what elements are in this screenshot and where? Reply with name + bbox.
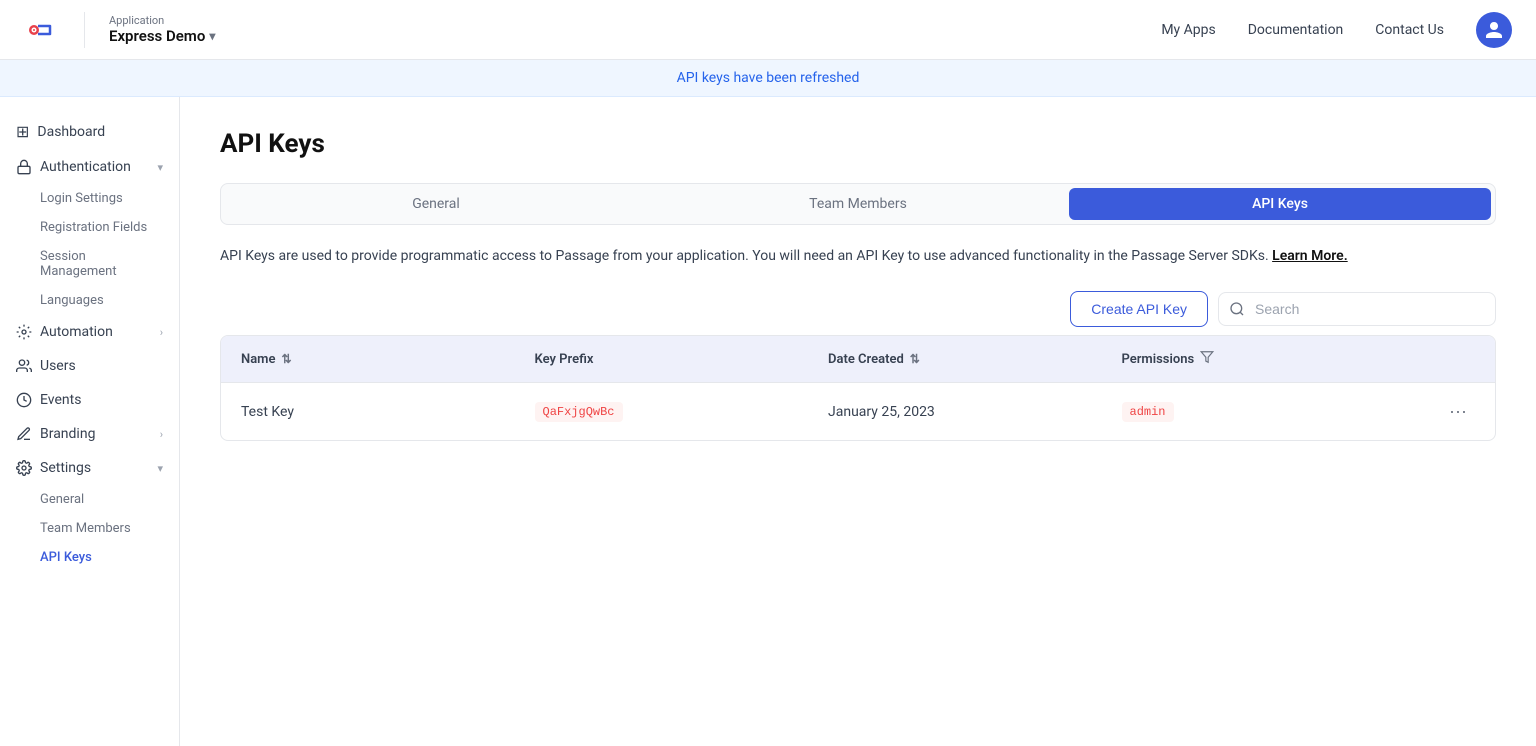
settings-icon <box>16 460 32 476</box>
branding-icon <box>16 426 32 442</box>
sidebar-sub-team-members[interactable]: Team Members <box>40 514 179 543</box>
column-date-created: Date Created ⇅ <box>828 350 1122 368</box>
sidebar-sub-registration-fields[interactable]: Registration Fields <box>40 213 179 242</box>
date-created-value: January 25, 2023 <box>828 404 935 420</box>
users-icon <box>16 358 32 374</box>
sidebar-sub-login-settings[interactable]: Login Settings <box>40 184 179 213</box>
row-actions-button[interactable]: ··· <box>1441 397 1475 426</box>
api-keys-table: Name ⇅ Key Prefix Date Created ⇅ Permiss… <box>220 335 1496 441</box>
description-text: API Keys are used to provide programmati… <box>220 248 1269 264</box>
column-name-label: Name <box>241 352 275 367</box>
notification-bar: API keys have been refreshed <box>0 60 1536 97</box>
sidebar-item-events[interactable]: Events <box>0 383 179 417</box>
search-icon <box>1229 301 1245 317</box>
layout: ⊞ Dashboard Authentication ▾ Login Setti… <box>0 97 1536 746</box>
search-icon-button[interactable] <box>1219 293 1255 325</box>
toolbar: Create API Key <box>220 291 1496 327</box>
sidebar: ⊞ Dashboard Authentication ▾ Login Setti… <box>0 97 180 746</box>
authentication-submenu: Login Settings Registration Fields Sessi… <box>0 184 179 315</box>
sidebar-item-authentication[interactable]: Authentication ▾ <box>0 150 179 184</box>
header: Application Express Demo ▾ My Apps Docum… <box>0 0 1536 60</box>
settings-submenu: General Team Members API Keys <box>0 485 179 572</box>
events-icon <box>16 392 32 408</box>
column-actions <box>1415 350 1475 368</box>
key-prefix-badge: QaFxjgQwBc <box>535 402 623 422</box>
notification-message: API keys have been refreshed <box>677 70 860 86</box>
app-name-text: Express Demo <box>109 27 205 45</box>
main-content: API Keys General Team Members API Keys A… <box>180 97 1536 746</box>
logo-area <box>24 12 60 48</box>
chevron-down-icon: ▾ <box>157 161 163 174</box>
create-api-key-button[interactable]: Create API Key <box>1070 291 1208 327</box>
app-label: Application <box>109 14 215 27</box>
lock-icon <box>16 159 32 175</box>
settings-label: Settings <box>40 460 149 476</box>
search-area <box>1218 292 1496 326</box>
sort-icon[interactable]: ⇅ <box>281 352 291 366</box>
column-permissions-label: Permissions <box>1122 352 1195 367</box>
cell-permissions: admin <box>1122 402 1416 422</box>
page-title: API Keys <box>220 129 1496 159</box>
column-name: Name ⇅ <box>241 350 535 368</box>
sidebar-item-automation[interactable]: Automation › <box>0 315 179 349</box>
sort-icon[interactable]: ⇅ <box>910 352 920 366</box>
tab-team-members[interactable]: Team Members <box>647 188 1069 220</box>
cell-actions: ··· <box>1415 397 1475 426</box>
app-name: Express Demo ▾ <box>109 27 215 45</box>
dashboard-icon: ⊞ <box>16 122 29 141</box>
sidebar-item-label: Dashboard <box>37 124 163 140</box>
header-left: Application Express Demo ▾ <box>24 12 215 48</box>
app-selector[interactable]: Application Express Demo ▾ <box>109 14 215 45</box>
api-key-name: Test Key <box>241 404 294 420</box>
users-label: Users <box>40 358 163 374</box>
search-input[interactable] <box>1255 293 1495 325</box>
chevron-down-icon: ▾ <box>209 29 215 43</box>
branding-label: Branding <box>40 426 152 442</box>
user-icon <box>1484 20 1504 40</box>
cell-key-prefix: QaFxjgQwBc <box>535 402 829 422</box>
user-avatar[interactable] <box>1476 12 1512 48</box>
column-permissions: Permissions <box>1122 350 1416 368</box>
sidebar-item-users[interactable]: Users <box>0 349 179 383</box>
authentication-label: Authentication <box>40 159 149 175</box>
sidebar-sub-api-keys[interactable]: API Keys <box>40 543 179 572</box>
cell-date-created: January 25, 2023 <box>828 404 1122 420</box>
sidebar-item-dashboard[interactable]: ⊞ Dashboard <box>0 113 179 150</box>
events-label: Events <box>40 392 163 408</box>
cell-name: Test Key <box>241 404 535 420</box>
nav-contact-us[interactable]: Contact Us <box>1375 22 1444 38</box>
nav-documentation[interactable]: Documentation <box>1248 22 1344 38</box>
sidebar-sub-session-management[interactable]: Session Management <box>40 242 179 286</box>
chevron-right-icon: › <box>160 428 163 441</box>
passage-logo <box>24 12 60 48</box>
column-key-prefix: Key Prefix <box>535 350 829 368</box>
table-row: Test Key QaFxjgQwBc January 25, 2023 adm… <box>221 383 1495 440</box>
sidebar-item-branding[interactable]: Branding › <box>0 417 179 451</box>
tab-api-keys[interactable]: API Keys <box>1069 188 1491 220</box>
automation-label: Automation <box>40 324 152 340</box>
chevron-right-icon: › <box>160 326 163 339</box>
nav-my-apps[interactable]: My Apps <box>1161 22 1215 38</box>
sidebar-sub-general[interactable]: General <box>40 485 179 514</box>
chevron-down-icon: ▾ <box>157 462 163 475</box>
tab-bar: General Team Members API Keys <box>220 183 1496 225</box>
sidebar-sub-languages[interactable]: Languages <box>40 286 179 315</box>
column-key-prefix-label: Key Prefix <box>535 352 594 367</box>
tab-general[interactable]: General <box>225 188 647 220</box>
learn-more-link[interactable]: Learn More. <box>1272 248 1348 264</box>
permission-badge: admin <box>1122 402 1174 422</box>
description: API Keys are used to provide programmati… <box>220 245 1420 267</box>
logo-divider <box>84 12 85 48</box>
column-date-created-label: Date Created <box>828 352 904 367</box>
table-header: Name ⇅ Key Prefix Date Created ⇅ Permiss… <box>221 336 1495 383</box>
automation-icon <box>16 324 32 340</box>
header-nav: My Apps Documentation Contact Us <box>1161 12 1512 48</box>
sidebar-item-settings[interactable]: Settings ▾ <box>0 451 179 485</box>
filter-icon[interactable] <box>1200 350 1214 368</box>
